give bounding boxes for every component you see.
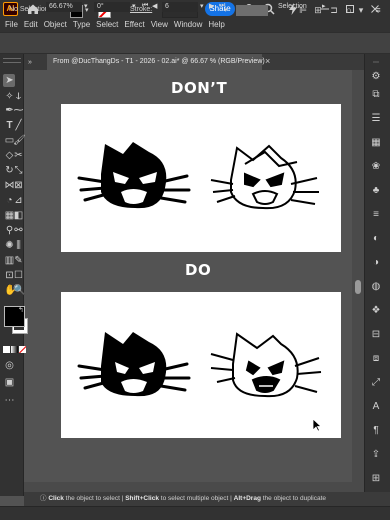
zoom-chevron-icon[interactable]: ▾ bbox=[84, 2, 88, 10]
variable-width-profile[interactable] bbox=[236, 5, 268, 16]
character-panel-icon[interactable]: A bbox=[369, 400, 383, 414]
menu-edit[interactable]: Edit bbox=[21, 18, 41, 32]
vertical-scrollbar-thumb[interactable] bbox=[355, 280, 361, 294]
gradient-tool-icon[interactable]: ◧ bbox=[13, 210, 24, 221]
dont-heading: DON’T bbox=[171, 79, 228, 97]
menu-effect[interactable]: Effect bbox=[121, 18, 147, 32]
last-artboard-icon[interactable]: ⏭ bbox=[219, 2, 225, 10]
black-cat-head bbox=[77, 142, 191, 209]
vertical-scrollbar[interactable] bbox=[352, 70, 364, 482]
perspective-grid-tool-icon[interactable]: ⊿ bbox=[13, 195, 24, 206]
hint-bar: ⓘ Click the object to select | Shift+Cli… bbox=[24, 492, 390, 506]
scissors-tool-icon[interactable]: ✂ bbox=[13, 150, 24, 161]
layers-panel-icon[interactable]: ☰ bbox=[369, 112, 383, 126]
graphic-styles-panel-icon[interactable]: ❖ bbox=[369, 304, 383, 318]
next-artboard-icon[interactable]: ▶ bbox=[209, 2, 214, 10]
paragraph-panel-icon[interactable]: ¶ bbox=[369, 424, 383, 438]
asset-export-panel-icon[interactable]: ⇪ bbox=[369, 448, 383, 462]
color-mode-icon[interactable] bbox=[3, 346, 10, 353]
zoom-level-field[interactable]: 66.67% bbox=[46, 2, 82, 12]
dont-artwork bbox=[77, 142, 319, 210]
none-mode-icon[interactable] bbox=[19, 346, 26, 353]
transparency-panel-icon[interactable]: ◑ bbox=[369, 256, 383, 270]
menu-bar: File Edit Object Type Select Effect View… bbox=[0, 18, 390, 32]
symbols-panel-icon[interactable]: ♣ bbox=[369, 184, 383, 198]
gradient-mode-icon[interactable] bbox=[11, 346, 18, 353]
hint-shift-text: to select multiple object bbox=[160, 495, 229, 502]
selection-status: No Selection bbox=[9, 6, 49, 13]
paintbrush-tool-icon[interactable]: 🖌 bbox=[13, 135, 26, 146]
libraries-panel-icon[interactable]: ⧉ bbox=[369, 88, 383, 102]
dock-grip-icon[interactable]: ⋯ bbox=[369, 60, 383, 66]
line-tool-icon[interactable]: ╱ bbox=[13, 120, 24, 131]
slice-tool-icon[interactable]: ✎ bbox=[13, 255, 24, 266]
outline-cat-head-broken bbox=[210, 144, 319, 210]
tabs-overflow-icon[interactable]: » bbox=[28, 59, 32, 66]
panel-menu-icon[interactable]: ≡ bbox=[372, 4, 384, 16]
curve-icon[interactable]: ∩ bbox=[343, 4, 355, 16]
status-mode: Selection bbox=[278, 3, 307, 10]
free-transform-tool-icon[interactable]: ⊠ bbox=[13, 180, 24, 191]
column-graph-tool-icon[interactable]: ⫼ bbox=[13, 240, 24, 251]
menu-object[interactable]: Object bbox=[41, 18, 70, 32]
selection-tool-icon[interactable]: ➤ bbox=[4, 75, 15, 86]
menu-help[interactable]: Help bbox=[205, 18, 227, 32]
menu-type[interactable]: Type bbox=[70, 18, 93, 32]
scale-tool-icon[interactable]: ⤡ bbox=[13, 165, 24, 176]
artboard-do[interactable] bbox=[61, 292, 341, 438]
chevron-down-icon[interactable]: ▾ bbox=[355, 4, 367, 16]
menu-file[interactable]: File bbox=[0, 18, 21, 32]
gradient-panel-icon[interactable]: ◐ bbox=[369, 232, 383, 246]
stroke-panel-icon[interactable]: ≡ bbox=[369, 208, 383, 222]
close-tab-icon[interactable]: × bbox=[265, 56, 270, 66]
print-tiling-tool-icon[interactable]: ☐ bbox=[13, 270, 24, 281]
hint-shift: Shift+Click bbox=[125, 495, 159, 502]
menu-window[interactable]: Window bbox=[171, 18, 205, 32]
properties-panel-icon[interactable]: ⚙ bbox=[369, 70, 383, 84]
lasso-tool-icon[interactable]: ↆ bbox=[13, 91, 24, 102]
status-bar bbox=[0, 506, 390, 520]
horizontal-scrollbar[interactable] bbox=[24, 482, 364, 492]
first-artboard-icon[interactable]: ⏮ bbox=[142, 2, 148, 10]
align-panel-icon[interactable]: ⊟ bbox=[369, 328, 383, 342]
screen-mode-icon[interactable]: ▣ bbox=[4, 377, 15, 388]
info-icon: ⓘ bbox=[40, 495, 49, 502]
curvature-tool-icon[interactable]: ⁓ bbox=[13, 105, 24, 116]
artboards-panel-icon[interactable]: ⊞ bbox=[369, 472, 383, 486]
transform-panel-icon[interactable]: ⤢ bbox=[369, 376, 383, 390]
artboard-number-field[interactable]: 6 bbox=[162, 2, 198, 12]
brushes-panel-icon[interactable]: ❀ bbox=[369, 160, 383, 174]
hint-click: Click bbox=[48, 495, 64, 502]
artboard-chevron-icon[interactable]: ▾ bbox=[200, 2, 204, 10]
control-bar bbox=[0, 32, 390, 54]
rotation-chevron-icon[interactable]: ▾ bbox=[132, 2, 136, 10]
menu-select[interactable]: Select bbox=[93, 18, 121, 32]
more-tools-icon[interactable]: ⋯ bbox=[4, 395, 15, 406]
menu-view[interactable]: View bbox=[148, 18, 171, 32]
blend-tool-icon[interactable]: ⚯ bbox=[13, 225, 24, 236]
do-artwork bbox=[77, 332, 322, 398]
artboard-dont[interactable] bbox=[61, 104, 341, 252]
toolbar-grip[interactable] bbox=[3, 58, 21, 63]
zoom-tool-icon[interactable]: 🔍 bbox=[13, 285, 25, 296]
previous-artboard-icon[interactable]: ◀ bbox=[152, 2, 157, 10]
black-cat-head-do bbox=[77, 332, 191, 397]
mouse-cursor-icon bbox=[312, 418, 322, 432]
hint-click-text: the object to select bbox=[65, 495, 120, 502]
status-menu-chevron-icon[interactable]: ▸ bbox=[322, 2, 326, 10]
do-heading: DO bbox=[185, 261, 212, 279]
document-tab[interactable]: From @DucThangDs - T1 - 2026 - 02.ai* @ … bbox=[47, 54, 265, 70]
swap-fill-stroke-icon[interactable]: ↰ bbox=[18, 306, 24, 314]
pathfinder-panel-icon[interactable]: ⧈ bbox=[369, 352, 383, 366]
swatches-panel-icon[interactable]: ▦ bbox=[369, 136, 383, 150]
path-icon[interactable]: ⊐ bbox=[328, 4, 340, 16]
appearance-panel-icon[interactable]: ◍ bbox=[369, 280, 383, 294]
outline-cat-head-clean bbox=[210, 332, 322, 398]
draw-mode-icon[interactable]: ◎ bbox=[4, 360, 15, 371]
rotation-field[interactable]: 0° bbox=[94, 2, 130, 12]
hint-alt: Alt+Drag bbox=[233, 495, 261, 502]
hint-alt-text: the object to duplicate bbox=[262, 495, 326, 502]
